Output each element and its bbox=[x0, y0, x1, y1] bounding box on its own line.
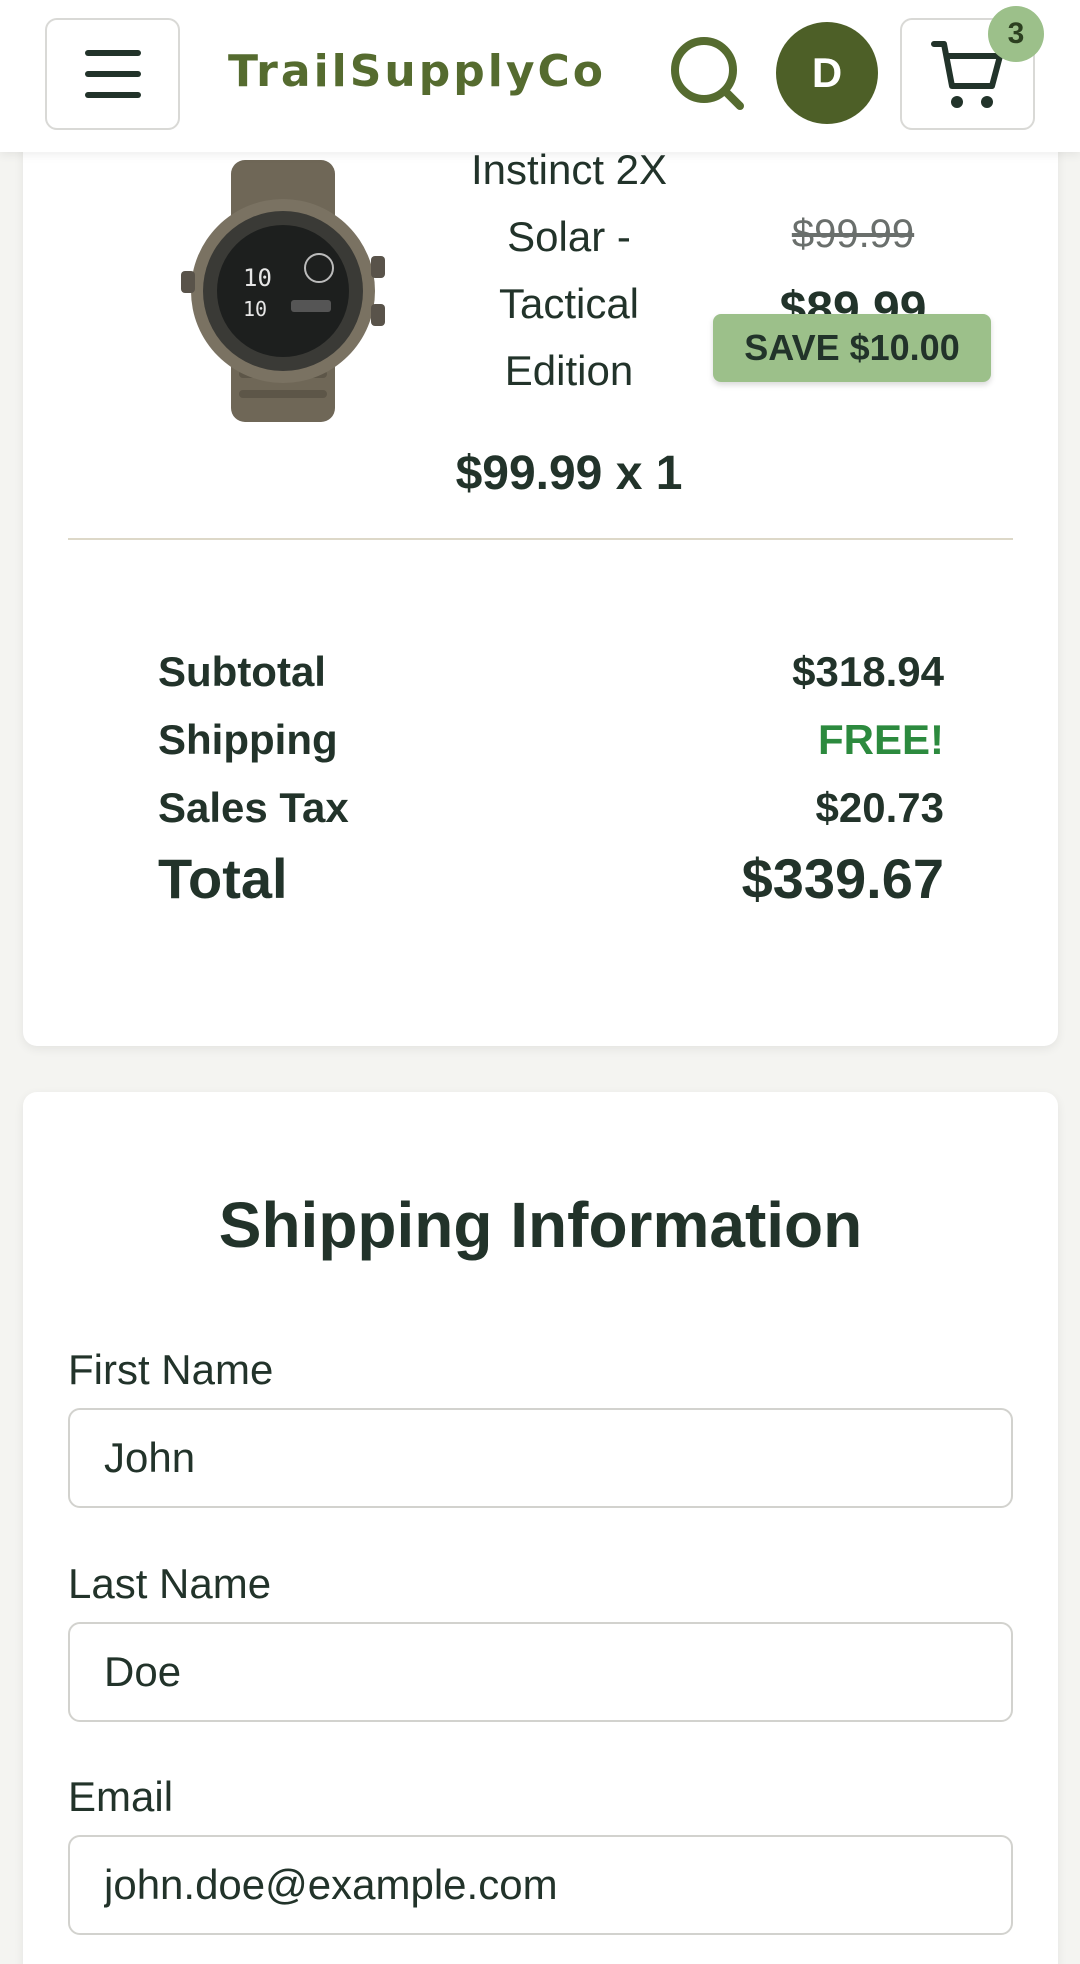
total-value: $339.67 bbox=[741, 846, 944, 910]
savings-badge: SAVE $10.00 bbox=[713, 314, 991, 382]
product-name-line: Tactical bbox=[498, 280, 640, 327]
hamburger-menu-icon bbox=[84, 50, 141, 98]
original-price: $99.99 bbox=[791, 212, 915, 256]
subtotal-value: $318.94 bbox=[792, 648, 944, 695]
shipping-label: Shipping bbox=[158, 716, 338, 763]
product-name[interactable]: Instinct 2X Solar - Tactical Edition bbox=[413, 136, 725, 404]
email-input[interactable] bbox=[68, 1835, 1013, 1935]
unit-price-quantity: $99.99 x 1 bbox=[455, 447, 683, 500]
sales-tax-row: Sales Tax $20.73 bbox=[158, 776, 944, 840]
summary-divider bbox=[68, 538, 1013, 540]
order-summary-card: 10 10 Instinct 2X Solar - Tactical Editi… bbox=[23, 40, 1058, 1046]
sales-tax-label: Sales Tax bbox=[158, 784, 349, 831]
user-avatar[interactable]: D bbox=[776, 22, 878, 124]
top-header: TrailSupplyCo D 3 bbox=[0, 0, 1080, 152]
brand-logo[interactable]: TrailSupplyCo bbox=[228, 40, 606, 104]
last-name-label: Last Name bbox=[68, 1560, 272, 1607]
svg-text:10: 10 bbox=[243, 297, 267, 321]
shipping-value: FREE! bbox=[818, 716, 944, 763]
last-name-input[interactable] bbox=[68, 1622, 1013, 1722]
section-title: Shipping Information bbox=[218, 1189, 863, 1261]
checkout-page: TrailSupplyCo D 3 10 10 Instinct 2X Sola… bbox=[0, 0, 1080, 1964]
product-name-line: Edition bbox=[504, 347, 634, 394]
search-icon bbox=[671, 37, 744, 110]
menu-button[interactable] bbox=[45, 18, 180, 130]
shipping-information-card: Shipping Information First Name Last Nam… bbox=[23, 1092, 1058, 1964]
product-image: 10 10 bbox=[173, 156, 393, 426]
first-name-label: First Name bbox=[68, 1346, 274, 1393]
cart-count-badge: 3 bbox=[988, 6, 1044, 62]
first-name-input[interactable] bbox=[68, 1408, 1013, 1508]
total-row: Total $339.67 bbox=[158, 838, 944, 918]
svg-text:10: 10 bbox=[243, 264, 272, 292]
shipping-row: Shipping FREE! bbox=[158, 708, 944, 772]
subtotal-row: Subtotal $318.94 bbox=[158, 640, 944, 704]
total-label: Total bbox=[158, 846, 288, 910]
smartwatch-image: 10 10 bbox=[181, 160, 385, 422]
product-name-line: Solar - bbox=[507, 213, 631, 260]
search-button[interactable] bbox=[668, 34, 748, 114]
sales-tax-value: $20.73 bbox=[815, 784, 944, 831]
subtotal-label: Subtotal bbox=[158, 648, 326, 695]
email-label: Email bbox=[68, 1773, 174, 1820]
